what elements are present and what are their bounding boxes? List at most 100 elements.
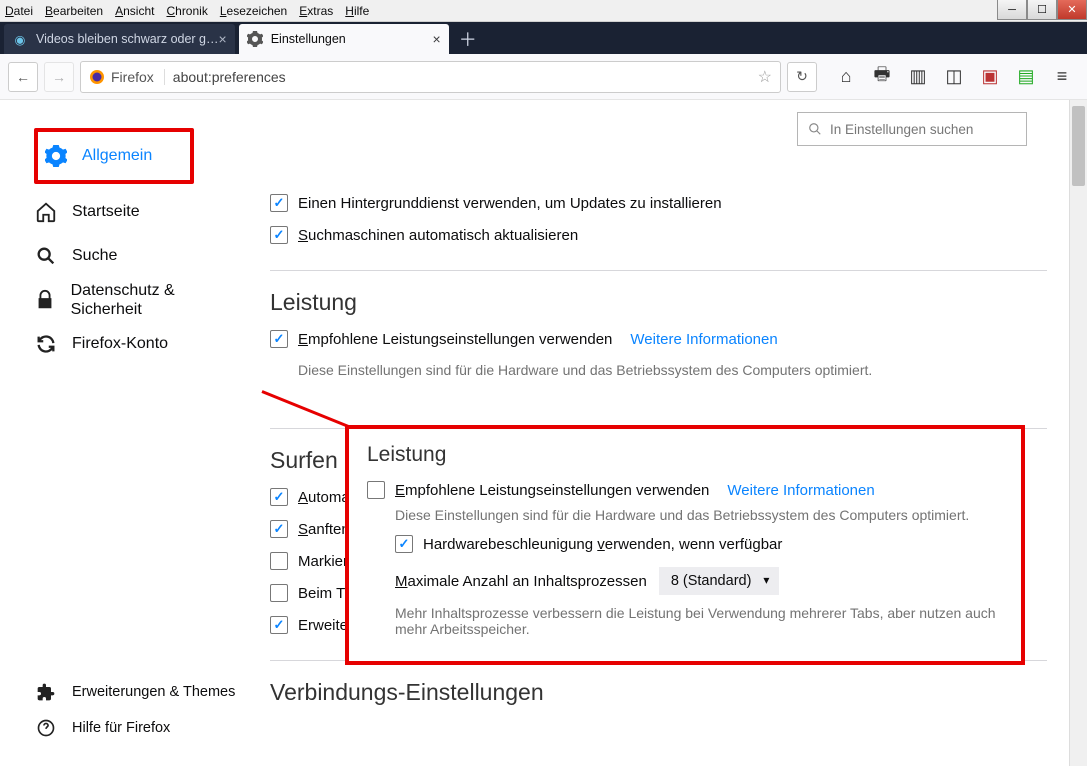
forward-button[interactable]: → [44, 62, 74, 92]
new-tab-button[interactable]: ＋ [453, 24, 483, 54]
sidebar-label: Datenschutz & Sicherheit [71, 281, 240, 319]
tab-0[interactable]: ◉ Videos bleiben schwarz oder g… × [4, 24, 235, 54]
sidebar-label: Suche [72, 247, 117, 265]
sidebar: Allgemein Startseite Suche Datenschutz &… [0, 100, 240, 766]
checkbox-icon[interactable] [395, 535, 413, 553]
favicon-globe-icon: ◉ [12, 31, 28, 47]
menubar[interactable]: Datei Bearbeiten Ansicht Chronik Lesezei… [0, 0, 1087, 22]
callout-maxprocs-row: Maximale Anzahl an Inhaltsprozessen 8 (S… [395, 567, 1003, 595]
back-button[interactable]: ← [8, 62, 38, 92]
checkbox-icon[interactable] [270, 330, 288, 348]
checkbox-icon[interactable] [270, 520, 288, 538]
menu-ansicht[interactable]: Ansicht [115, 4, 154, 18]
check-recommended-perf[interactable]: Empfohlene Leistungseinstellungen verwen… [270, 330, 1047, 348]
bookmark-star-icon[interactable]: ☆ [758, 67, 772, 87]
menu-hilfe[interactable]: Hilfe [345, 4, 369, 18]
url-identity[interactable]: Firefox [89, 69, 165, 85]
preferences-content: Allgemein Startseite Suche Datenschutz &… [0, 100, 1087, 766]
sync-icon [34, 332, 58, 356]
sidebar-item-help[interactable]: Hilfe für Firefox [34, 710, 235, 746]
urlbar[interactable]: Firefox about:preferences ☆ [80, 61, 781, 93]
checkbox-icon[interactable] [270, 616, 288, 634]
search-placeholder: In Einstellungen suchen [830, 122, 973, 137]
print-icon[interactable]: 🖶 [871, 62, 893, 92]
tabbar: ◉ Videos bleiben schwarz oder g… × Einst… [0, 22, 1087, 54]
toolbar-icons: ⌂ 🖶 ▥ ◫ ▣ ▤ ≡ [823, 62, 1079, 92]
checkbox-icon[interactable] [270, 226, 288, 244]
check-label: Hardwarebeschleunigung verwenden, wenn v… [423, 536, 782, 553]
perf-hint: Diese Einstellungen sind für die Hardwar… [298, 362, 1047, 378]
callout-check-recommended[interactable]: Empfohlene Leistungseinstellungen verwen… [367, 481, 1003, 499]
search-icon [808, 122, 822, 136]
library-icon[interactable]: ▥ [907, 66, 929, 87]
home-icon[interactable]: ⌂ [835, 66, 857, 87]
sidebar-item-datenschutz[interactable]: Datenschutz & Sicherheit [34, 278, 240, 322]
sidebar-item-startseite[interactable]: Startseite [34, 190, 240, 234]
url-identity-text: Firefox [111, 69, 154, 85]
callout-title: Leistung [367, 443, 1003, 467]
section-title-connection: Verbindungs-Einstellungen [270, 679, 1047, 706]
sidebar-item-extensions[interactable]: Erweiterungen & Themes [34, 674, 235, 710]
tab-0-close-icon[interactable]: × [219, 31, 227, 47]
addon-green-icon[interactable]: ▤ [1015, 66, 1037, 87]
lock-icon [34, 288, 57, 312]
navbar: ← → Firefox about:preferences ☆ ↻ ⌂ 🖶 ▥ … [0, 54, 1087, 100]
url-address: about:preferences [173, 69, 286, 85]
help-icon [34, 716, 58, 740]
minimize-button[interactable]: ─ [997, 0, 1027, 20]
settings-search-input[interactable]: In Einstellungen suchen [797, 112, 1027, 146]
puzzle-icon [34, 680, 58, 704]
tab-1-close-icon[interactable]: × [433, 31, 441, 47]
check-label: Empfohlene Leistungseinstellungen verwen… [298, 331, 612, 348]
checkbox-icon[interactable] [270, 488, 288, 506]
tab-1[interactable]: Einstellungen × [239, 24, 449, 54]
maxprocs-label: Maximale Anzahl an Inhaltsprozessen [395, 573, 647, 590]
annotation-sidebar-highlight: Allgemein [34, 128, 194, 184]
more-info-link[interactable]: Weitere Informationen [630, 331, 777, 348]
sidebar-icon[interactable]: ◫ [943, 66, 965, 87]
check-label: Suchmaschinen automatisch aktualisieren [298, 227, 578, 244]
close-button[interactable]: ✕ [1057, 0, 1087, 20]
menu-extras[interactable]: Extras [299, 4, 333, 18]
callout-hint1: Diese Einstellungen sind für die Hardwar… [395, 507, 1003, 523]
sidebar-label: Hilfe für Firefox [72, 720, 170, 736]
separator [270, 270, 1047, 271]
checkbox-icon[interactable] [270, 584, 288, 602]
menu-chronik[interactable]: Chronik [166, 4, 207, 18]
callout-hint2: Mehr Inhaltsprozesse verbessern die Leis… [395, 605, 1003, 637]
home-icon [34, 200, 58, 224]
sidebar-label: Erweiterungen & Themes [72, 684, 235, 700]
sidebar-footer: Erweiterungen & Themes Hilfe für Firefox [34, 674, 235, 746]
callout-check-hwaccel[interactable]: Hardwarebeschleunigung verwenden, wenn v… [395, 535, 1003, 553]
menu-bearbeiten[interactable]: Bearbeiten [45, 4, 103, 18]
reload-button[interactable]: ↻ [787, 62, 817, 92]
section-title-leistung: Leistung [270, 289, 1047, 316]
preferences-main: In Einstellungen suchen Einen Hintergrun… [240, 100, 1087, 766]
checkbox-icon[interactable] [270, 552, 288, 570]
select-value: 8 (Standard) [671, 573, 752, 589]
scrollbar-thumb[interactable] [1072, 106, 1085, 186]
firefox-icon [89, 69, 105, 85]
window-controls: ─ ☐ ✕ [997, 0, 1087, 20]
check-label: Einen Hintergrunddienst verwenden, um Up… [298, 195, 722, 212]
checkbox-icon[interactable] [367, 481, 385, 499]
sidebar-label: Firefox-Konto [72, 335, 168, 353]
tab-1-title: Einstellungen [271, 32, 346, 46]
maximize-button[interactable]: ☐ [1027, 0, 1057, 20]
maxprocs-select[interactable]: 8 (Standard) [659, 567, 780, 595]
addon-square-icon[interactable]: ▣ [979, 66, 1001, 87]
menu-datei[interactable]: Datei [5, 4, 33, 18]
annotation-callout: Leistung Empfohlene Leistungseinstellung… [345, 425, 1025, 665]
vertical-scrollbar[interactable] [1069, 100, 1087, 766]
gear-icon [44, 144, 68, 168]
menu-lesezeichen[interactable]: Lesezeichen [220, 4, 287, 18]
checkbox-icon[interactable] [270, 194, 288, 212]
sidebar-item-konto[interactable]: Firefox-Konto [34, 322, 240, 366]
sidebar-item-suche[interactable]: Suche [34, 234, 240, 278]
hamburger-menu-icon[interactable]: ≡ [1051, 66, 1073, 87]
tab-0-title: Videos bleiben schwarz oder g… [36, 32, 219, 46]
more-info-link[interactable]: Weitere Informationen [727, 482, 874, 499]
check-bgservice[interactable]: Einen Hintergrunddienst verwenden, um Up… [270, 194, 1047, 212]
sidebar-item-allgemein[interactable]: Allgemein [44, 134, 190, 178]
check-search-engine-update[interactable]: Suchmaschinen automatisch aktualisieren [270, 226, 1047, 244]
